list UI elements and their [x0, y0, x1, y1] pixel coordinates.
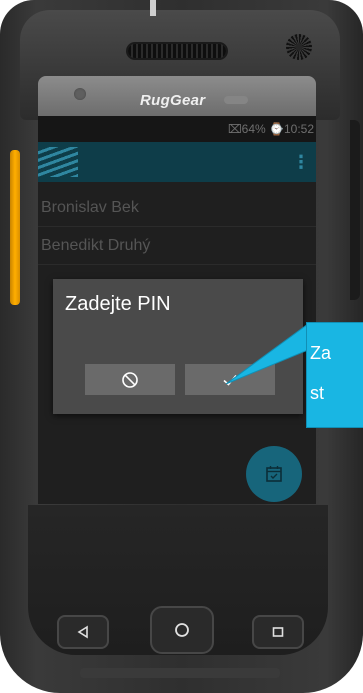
orange-side-button[interactable] — [10, 150, 20, 305]
callout-line-2: st — [310, 383, 325, 403]
recents-key[interactable] — [252, 615, 304, 649]
status-bar: ⌧64% ⌚10:52 — [38, 116, 316, 142]
app-bar: ⋮ — [38, 142, 316, 182]
earpiece-speaker — [128, 44, 226, 58]
status-text: ⌧64% ⌚10:52 — [227, 122, 314, 136]
dialog-title: Zadejte PIN — [65, 293, 171, 315]
list-item[interactable]: Benedikt Druhý — [38, 228, 316, 265]
back-icon — [77, 625, 88, 639]
calendar-check-icon — [266, 466, 282, 482]
ptt-knob[interactable] — [286, 34, 312, 60]
home-key[interactable] — [150, 606, 214, 654]
app-logo-icon — [38, 147, 78, 177]
recents-icon — [272, 627, 284, 637]
right-side-button[interactable] — [350, 120, 360, 300]
callout-line-1: Za — [310, 343, 332, 363]
overflow-menu-icon[interactable]: ⋮ — [292, 142, 310, 182]
bottom-lip — [80, 668, 280, 678]
calendar-fab[interactable] — [246, 446, 302, 502]
front-camera-icon — [74, 88, 86, 100]
home-icon — [175, 623, 189, 637]
list-item[interactable]: Bronislav Bek — [38, 190, 316, 227]
back-key[interactable] — [57, 615, 109, 649]
instruction-callout: Za st — [306, 322, 363, 428]
cancel-icon — [122, 371, 138, 388]
callout-pointer — [226, 324, 308, 384]
brand-logo: RugGear — [140, 92, 206, 109]
proximity-sensor — [224, 96, 248, 104]
cancel-button[interactable] — [85, 364, 175, 395]
antenna-notch — [150, 0, 156, 16]
